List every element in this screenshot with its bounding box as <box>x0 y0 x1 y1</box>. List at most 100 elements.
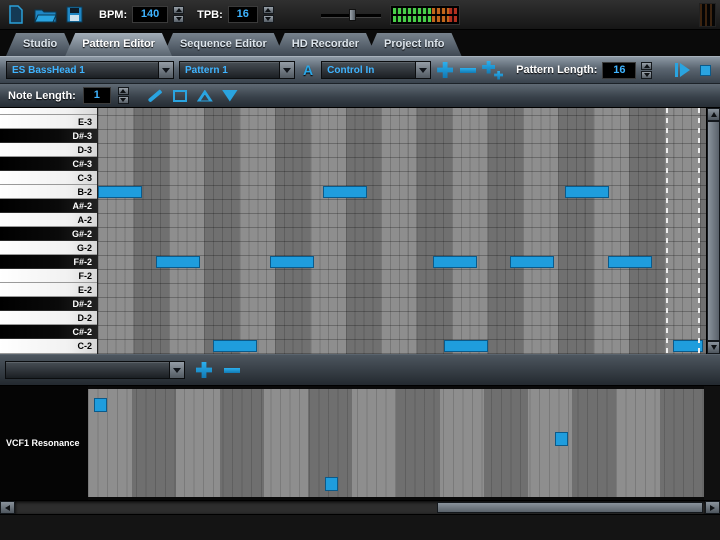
spinner-down-icon[interactable] <box>641 71 652 79</box>
automation-point[interactable] <box>94 398 107 412</box>
note-length-value[interactable]: 1 <box>83 87 111 104</box>
note-B-2[interactable] <box>565 186 609 198</box>
control-select[interactable]: Control In <box>321 61 431 79</box>
tab-pattern-editor[interactable]: Pattern Editor <box>65 33 172 56</box>
piano-key-G#-2[interactable]: G#-2 <box>0 227 97 241</box>
piano-key-G-2[interactable]: G-2 <box>0 241 97 255</box>
note-F#-2[interactable] <box>608 256 652 268</box>
spinner-up-icon[interactable] <box>173 6 184 14</box>
dropdown-arrow-icon[interactable] <box>279 62 294 78</box>
save-file-button[interactable] <box>62 3 86 27</box>
piano-key-C#-2[interactable]: C#-2 <box>0 325 97 339</box>
piano-key-C#-3[interactable]: C#-3 <box>0 157 97 171</box>
piano-key-D#-2[interactable]: D#-2 <box>0 297 97 311</box>
piano-key-A-2[interactable]: A-2 <box>0 213 97 227</box>
scroll-right-button[interactable] <box>705 501 720 514</box>
pattern-select[interactable]: Pattern 1 <box>179 61 295 79</box>
spinner-up-icon[interactable] <box>641 62 652 70</box>
note-grid[interactable] <box>97 108 706 354</box>
bpm-value[interactable]: 140 <box>132 6 168 23</box>
tab-sequence-editor[interactable]: Sequence Editor <box>163 33 284 56</box>
spinner-up-icon[interactable] <box>263 6 274 14</box>
note-F#-2[interactable] <box>270 256 314 268</box>
dropdown-arrow-icon[interactable] <box>158 62 173 78</box>
horizontal-scrollbar[interactable] <box>0 500 720 515</box>
bpm-spinner[interactable] <box>173 6 184 23</box>
tab-hd-recorder[interactable]: HD Recorder <box>275 33 376 56</box>
vscroll-thumb[interactable] <box>707 121 720 341</box>
note-B-2[interactable] <box>98 186 142 198</box>
piano-key-E-2[interactable]: E-2 <box>0 283 97 297</box>
scroll-down-button[interactable] <box>707 341 720 354</box>
slider-thumb[interactable] <box>349 9 356 21</box>
dropdown-arrow-icon[interactable] <box>415 62 430 78</box>
note-C-2[interactable] <box>213 340 257 352</box>
transpose-down-button[interactable] <box>221 86 239 106</box>
automation-point[interactable] <box>555 432 568 446</box>
tab-project-info[interactable]: Project Info <box>367 33 462 56</box>
automation-point[interactable] <box>325 477 338 491</box>
new-file-button[interactable] <box>4 3 28 27</box>
piano-key-D#-3[interactable]: D#-3 <box>0 129 97 143</box>
spinner-down-icon[interactable] <box>173 15 184 23</box>
envelope-select[interactable] <box>5 361 185 379</box>
piano-key-B-2[interactable]: B-2 <box>0 185 97 199</box>
play-button[interactable] <box>673 60 691 80</box>
piano-key-D-3[interactable]: D-3 <box>0 143 97 157</box>
piano-key-partial[interactable] <box>0 108 97 115</box>
note-F#-2[interactable] <box>433 256 477 268</box>
add-envelope-button[interactable] <box>195 360 213 380</box>
add-pattern-button[interactable] <box>436 60 454 80</box>
stop-icon <box>700 65 711 76</box>
vertical-scrollbar[interactable] <box>706 108 720 354</box>
master-slider[interactable] <box>321 8 381 22</box>
spinner-up-icon[interactable] <box>118 87 129 95</box>
tab-studio[interactable]: Studio <box>6 33 74 56</box>
dropdown-arrow-icon[interactable] <box>169 362 184 378</box>
hscroll-thumb[interactable] <box>437 502 703 513</box>
automation-body: VCF1 Resonance <box>0 386 720 500</box>
spinner-down-icon[interactable] <box>118 96 129 104</box>
pattern-length-value[interactable]: 16 <box>602 62 636 79</box>
clone-pattern-button[interactable] <box>482 60 503 80</box>
spinner-down-icon[interactable] <box>263 15 274 23</box>
select-tool-button[interactable] <box>171 86 189 106</box>
play-icon <box>675 63 690 77</box>
piano-key-E-3[interactable]: E-3 <box>0 115 97 129</box>
tpb-value[interactable]: 16 <box>228 6 258 23</box>
piano-key-D-2[interactable]: D-2 <box>0 311 97 325</box>
transpose-up-button[interactable] <box>196 86 214 106</box>
machine-select[interactable]: ES BassHead 1 <box>6 61 174 79</box>
piano-keys: E-3D#-3D-3C#-3C-3B-2A#-2A-2G#-2G-2F#-2F-… <box>0 108 97 354</box>
remove-envelope-button[interactable] <box>223 360 241 380</box>
piano-key-C-2[interactable]: C-2 <box>0 339 97 354</box>
hscroll-track[interactable] <box>15 501 705 514</box>
note-F#-2[interactable] <box>510 256 554 268</box>
note-C-2[interactable] <box>444 340 488 352</box>
scroll-left-button[interactable] <box>0 501 15 514</box>
vu-meter-left <box>393 8 457 14</box>
piano-roll: E-3D#-3D-3C#-3C-3B-2A#-2A-2G#-2G-2F#-2F-… <box>0 108 720 354</box>
piano-key-F-2[interactable]: F-2 <box>0 269 97 283</box>
piano-key-A#-2[interactable]: A#-2 <box>0 199 97 213</box>
pencil-icon <box>146 88 164 104</box>
pattern-length-spinner[interactable] <box>641 62 652 79</box>
stop-button[interactable] <box>696 60 714 80</box>
control-select-value: Control In <box>322 65 415 76</box>
open-file-button[interactable] <box>33 3 57 27</box>
window-footer <box>0 515 720 540</box>
piano-key-C-3[interactable]: C-3 <box>0 171 97 185</box>
note-F#-2[interactable] <box>156 256 200 268</box>
piano-key-F#-2[interactable]: F#-2 <box>0 255 97 269</box>
tpb-spinner[interactable] <box>263 6 274 23</box>
pencil-tool-button[interactable] <box>146 86 164 106</box>
bpm-label: BPM: <box>99 9 127 21</box>
note-B-2[interactable] <box>323 186 367 198</box>
automation-lane[interactable] <box>88 389 704 497</box>
automation-param-label: VCF1 Resonance <box>0 386 88 500</box>
key-label: E-2 <box>78 285 92 295</box>
remove-pattern-button[interactable] <box>459 60 477 80</box>
rename-pattern-button[interactable]: A <box>300 62 316 78</box>
note-length-spinner[interactable] <box>118 87 129 104</box>
scroll-up-button[interactable] <box>707 108 720 121</box>
